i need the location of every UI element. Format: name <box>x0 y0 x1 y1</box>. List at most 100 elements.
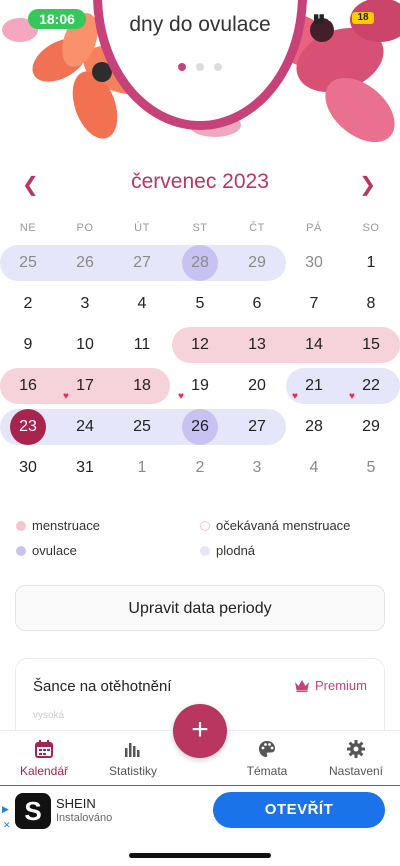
calendar-grid: 25 26 27 28 29 30 1 2 3 4 5 6 7 8 9 10 11 12 13 14 15 16 17 ♥ 18… <box>0 245 400 485</box>
day-number: 25 <box>19 254 37 271</box>
calendar-day[interactable]: 22 <box>351 368 391 404</box>
calendar-day[interactable]: 15 <box>351 327 391 363</box>
chance-level: vysoká <box>33 710 65 721</box>
day-number: 2 <box>23 295 33 312</box>
calendar-day[interactable]: 16 <box>8 368 48 404</box>
calendar-day[interactable]: 2 <box>180 450 220 486</box>
calendar-day[interactable]: 29 <box>351 409 391 445</box>
calendar-day[interactable]: 14 <box>294 327 334 363</box>
calendar-day[interactable]: 13 <box>237 327 277 363</box>
calendar-day[interactable]: 28 <box>294 409 334 445</box>
calendar-day[interactable]: 5 <box>351 450 391 486</box>
status-time: 18:06 <box>28 9 86 29</box>
calendar-day[interactable]: 24 <box>65 409 105 445</box>
calendar-icon <box>35 740 53 758</box>
calendar-day[interactable]: 19 <box>180 368 220 404</box>
calendar-day[interactable]: 26 <box>65 245 105 281</box>
ad-banner[interactable]: ▶ ✕ S SHEIN Instalováno OTEVŘÍT <box>0 785 400 833</box>
day-number: 10 <box>76 336 94 353</box>
bar-chart-icon <box>125 743 140 757</box>
calendar-day[interactable]: 6 <box>237 286 277 322</box>
header-banner: dny do ovulace 18:06 ▮▮ LTE 18 <box>0 0 400 150</box>
calendar-day[interactable]: 18 <box>122 368 162 404</box>
add-button[interactable]: + <box>173 704 227 758</box>
calendar-day[interactable]: 27 <box>237 409 277 445</box>
calendar-day[interactable]: 11 <box>122 327 162 363</box>
chevron-right-icon[interactable]: ❯ <box>359 172 376 197</box>
calendar-day[interactable]: 1 <box>351 245 391 281</box>
day-number: 3 <box>80 295 90 312</box>
page-dot[interactable] <box>178 63 186 71</box>
signal-icon: ▮▮ <box>312 11 325 25</box>
day-number: 30 <box>19 459 37 476</box>
legend-expected-menstruation: očekávaná menstruace <box>200 518 350 533</box>
calendar-day[interactable]: 25 <box>8 245 48 281</box>
calendar-day[interactable]: 23 <box>8 409 48 445</box>
calendar-day[interactable]: 31 <box>65 450 105 486</box>
calendar-day[interactable]: 29 <box>237 245 277 281</box>
page-indicator[interactable] <box>0 63 400 71</box>
calendar-day[interactable]: 1 <box>122 450 162 486</box>
page-dot[interactable] <box>214 63 222 71</box>
calendar-day[interactable]: 4 <box>122 286 162 322</box>
day-number: 1 <box>366 254 376 271</box>
gear-icon <box>347 740 365 758</box>
day-number: 26 <box>191 418 209 435</box>
calendar-day[interactable]: 5 <box>180 286 220 322</box>
ad-info-icon[interactable]: ▶ <box>2 804 9 815</box>
calendar-day[interactable]: 8 <box>351 286 391 322</box>
calendar-day[interactable]: 30 <box>8 450 48 486</box>
tab-statistics[interactable]: Statistiky <box>93 731 173 785</box>
day-number: 18 <box>133 377 151 394</box>
day-number: 1 <box>137 459 147 476</box>
tab-label: Témata <box>246 764 288 778</box>
calendar-day[interactable]: 7 <box>294 286 334 322</box>
home-indicator <box>129 853 271 858</box>
ad-app-logo: S <box>15 793 51 829</box>
calendar-day[interactable]: 28 <box>180 245 220 281</box>
calendar-day[interactable]: 17 <box>65 368 105 404</box>
calendar-day[interactable]: 25 <box>122 409 162 445</box>
day-number: 17 <box>76 377 94 394</box>
day-number: 29 <box>362 418 380 435</box>
day-number: 23 <box>19 418 37 435</box>
weekday-label: PÁ <box>306 222 322 234</box>
day-number: 25 <box>133 418 151 435</box>
calendar-day[interactable]: 2 <box>8 286 48 322</box>
tab-settings[interactable]: Nastavení <box>316 731 396 785</box>
tab-themes[interactable]: Témata <box>227 731 307 785</box>
weekday-label: NE <box>19 222 37 234</box>
crown-icon <box>294 680 309 692</box>
calendar-day[interactable]: 3 <box>237 450 277 486</box>
day-number: 28 <box>305 418 323 435</box>
battery-icon: 18 <box>352 12 374 24</box>
day-number: 16 <box>19 377 37 394</box>
day-number: 3 <box>252 459 262 476</box>
ad-open-button[interactable]: OTEVŘÍT <box>213 792 385 828</box>
calendar-day[interactable]: 9 <box>8 327 48 363</box>
calendar-day[interactable]: 26 <box>180 409 220 445</box>
weekday-label: SO <box>362 222 380 234</box>
legend-dot <box>16 520 26 531</box>
calendar-day[interactable]: 10 <box>65 327 105 363</box>
calendar-day[interactable]: 21 <box>294 368 334 404</box>
day-number: 14 <box>305 336 323 353</box>
calendar-day[interactable]: 4 <box>294 450 334 486</box>
calendar-day[interactable]: 12 <box>180 327 220 363</box>
day-number: 9 <box>23 336 33 353</box>
network-label: LTE <box>328 12 348 24</box>
day-number: 15 <box>362 336 380 353</box>
tab-label: Statistiky <box>108 764 157 778</box>
edit-period-data-button[interactable]: Upravit data periody <box>15 585 385 631</box>
close-icon[interactable]: ✕ <box>3 820 11 831</box>
calendar-day[interactable]: 20 <box>237 368 277 404</box>
calendar-day[interactable]: 3 <box>65 286 105 322</box>
page-dot[interactable] <box>196 63 204 71</box>
tab-calendar[interactable]: Kalendář <box>4 731 84 785</box>
calendar-day[interactable]: 30 <box>294 245 334 281</box>
legend-label: ovulace <box>32 543 77 558</box>
calendar-day[interactable]: 27 <box>122 245 162 281</box>
weekday-label: ČT <box>249 222 265 234</box>
premium-link[interactable]: Premium <box>294 678 367 693</box>
day-number: 27 <box>133 254 151 271</box>
